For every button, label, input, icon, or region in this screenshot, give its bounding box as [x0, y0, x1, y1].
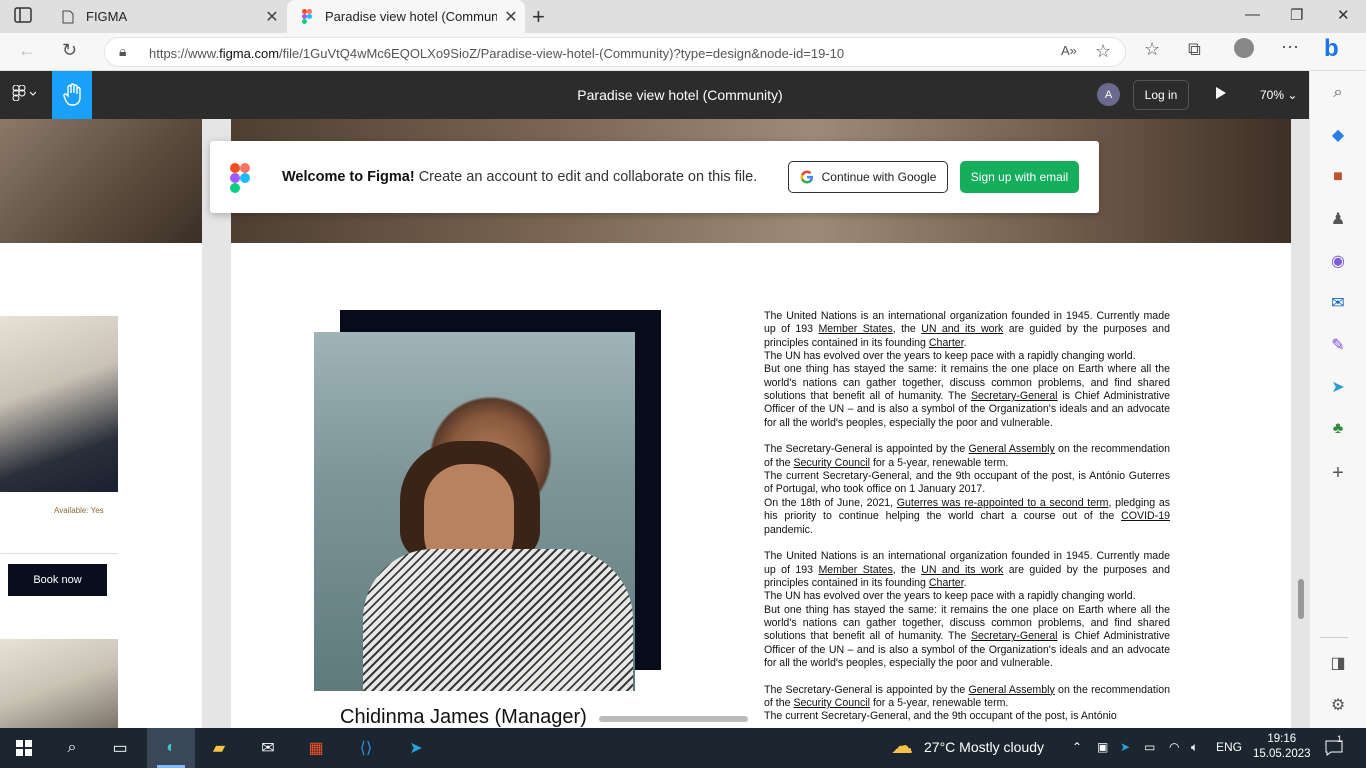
wifi-icon[interactable]: ◠ [1169, 740, 1179, 754]
shopping-tag-icon[interactable]: ◆ [1328, 125, 1348, 145]
manager-photo-jacket [363, 549, 633, 691]
close-tab-icon[interactable]: ✕ [497, 7, 525, 27]
telegram-icon[interactable]: ➤ [404, 736, 428, 760]
url-field[interactable]: 🔒︎ https://www.figma.com/file/1GuVtQ4wMc… [104, 37, 1126, 67]
windows-start-icon[interactable] [12, 736, 36, 760]
close-window-icon[interactable]: ✕ [1337, 6, 1350, 24]
book-now-button[interactable]: Book now [8, 564, 107, 596]
mail-icon[interactable]: ✉ [256, 736, 280, 760]
favorite-add-icon[interactable]: ☆ [1095, 41, 1111, 62]
microsoft365-icon[interactable]: ◉ [1328, 251, 1348, 271]
figma-favicon-icon [299, 9, 315, 25]
search-icon[interactable]: ⌕ [60, 736, 84, 760]
vscode-icon[interactable]: ⟨⟩ [354, 736, 378, 760]
hero-image-left [0, 119, 202, 243]
log-in-button[interactable]: Log in [1133, 80, 1189, 110]
language-indicator[interactable]: ENG [1216, 740, 1242, 754]
manager-name: Chidinma James (Manager) [340, 706, 587, 728]
google-button-label: Continue with Google [821, 170, 937, 184]
divider [0, 553, 118, 554]
telegram-tray-icon[interactable]: ➤ [1120, 740, 1130, 754]
tab-figma[interactable]: FIGMA ✕ [48, 0, 286, 33]
back-icon[interactable]: ← [18, 40, 36, 61]
tab-paradise-view-hotel[interactable]: Paradise view hotel (Community) ✕ [287, 0, 525, 33]
continue-with-google-button[interactable]: Continue with Google [788, 161, 948, 193]
add-icon[interactable]: + [1328, 462, 1348, 484]
new-tab-icon[interactable]: + [532, 4, 545, 30]
tab-actions-icon[interactable] [14, 7, 34, 25]
search-icon[interactable]: ⌕ [1328, 83, 1348, 103]
task-view-icon[interactable]: ▭ [108, 736, 132, 760]
chevron-down-icon: ⌄ [1287, 88, 1298, 102]
microsoft-store-icon[interactable]: ▦ [304, 736, 328, 760]
room-image [0, 639, 118, 728]
page-icon [60, 9, 76, 25]
availability-label: Available: Yes [54, 506, 104, 515]
welcome-text: Welcome to Figma! Create an account to e… [282, 169, 758, 185]
notification-count: 1 [1337, 734, 1343, 744]
horizontal-scrollbar[interactable] [599, 716, 748, 722]
chevron-up-icon[interactable]: ⌃ [1072, 740, 1082, 754]
edge-sidebar: ⌕ ◆ ■ ♟ ◉ ✉ ✎ ➤ ♣ + ◨ ⚙ [1309, 71, 1366, 728]
url-text: https://www.figma.com/file/1GuVtQ4wMc6EQ… [149, 46, 845, 61]
designer-icon[interactable]: ✎ [1328, 335, 1348, 355]
lock-icon: 🔒︎ [119, 43, 127, 59]
vertical-scrollbar[interactable] [1298, 579, 1304, 619]
file-explorer-icon[interactable]: ▰ [207, 736, 231, 760]
settings-gear-icon[interactable]: ⚙ [1328, 695, 1348, 715]
present-play-icon[interactable] [1216, 87, 1226, 99]
read-aloud-icon[interactable]: A» [1061, 43, 1077, 58]
telegram-icon[interactable]: ➤ [1328, 377, 1348, 397]
close-tab-icon[interactable]: ✕ [258, 7, 286, 27]
welcome-banner: Welcome to Figma! Create an account to e… [210, 141, 1099, 213]
clock[interactable]: 19:16 15.05.2023 [1253, 732, 1311, 762]
divider [1320, 637, 1348, 638]
figma-logo-icon [230, 163, 250, 193]
tree-icon[interactable]: ♣ [1328, 419, 1348, 439]
favorites-icon[interactable]: ☆ [1144, 39, 1160, 60]
edge-browser-icon[interactable]: ◐ [159, 736, 183, 760]
address-bar: ← ↻ 🔒︎ https://www.figma.com/file/1GuVtQ… [0, 33, 1366, 71]
google-icon [800, 170, 813, 184]
games-icon[interactable]: ♟ [1328, 209, 1348, 229]
volume-icon[interactable]: 🔈︎ [1191, 740, 1198, 755]
user-avatar[interactable]: A [1097, 83, 1120, 106]
refresh-icon[interactable]: ↻ [62, 40, 77, 61]
about-text: The United Nations is an international o… [764, 310, 1171, 723]
minimize-icon[interactable]: — [1245, 6, 1260, 23]
bing-icon[interactable]: b [1324, 35, 1339, 63]
battery-icon[interactable]: ▭ [1144, 740, 1155, 754]
zoom-dropdown[interactable]: 70% ⌄ [1260, 88, 1297, 102]
more-menu-icon[interactable]: ⋯ [1281, 37, 1299, 58]
weather-text[interactable]: 27°C Mostly cloudy [924, 739, 1044, 755]
tab-title: FIGMA [86, 9, 128, 24]
profile-avatar-icon[interactable] [1234, 38, 1254, 58]
tab-title: Paradise view hotel (Community) [325, 9, 497, 24]
figma-toolbar: Paradise view hotel (Community) A Log in… [0, 71, 1309, 119]
tools-briefcase-icon[interactable]: ■ [1328, 167, 1348, 187]
room-image [0, 316, 118, 492]
notifications-icon[interactable]: 1 [1322, 734, 1346, 760]
outlook-icon[interactable]: ✉ [1328, 293, 1348, 313]
browser-tab-bar: FIGMA ✕ Paradise view hotel (Community) … [0, 0, 1366, 33]
collections-icon[interactable]: ⧉ [1188, 39, 1201, 60]
weather-cloud-icon[interactable]: ☁ [890, 733, 914, 758]
windows-taskbar: ⌕ ▭ ◐ ▰ ✉ ▦ ⟨⟩ ➤ ☁ 27°C Mostly cloudy ⌃ … [0, 728, 1366, 768]
device-icon[interactable]: ▣ [1097, 740, 1108, 754]
restore-icon[interactable]: ❐ [1290, 6, 1303, 24]
rooms-frame: Available: Yes Book now [0, 119, 202, 728]
sidebar-toggle-icon[interactable]: ◨ [1328, 653, 1348, 673]
sign-up-with-email-button[interactable]: Sign up with email [960, 161, 1079, 193]
